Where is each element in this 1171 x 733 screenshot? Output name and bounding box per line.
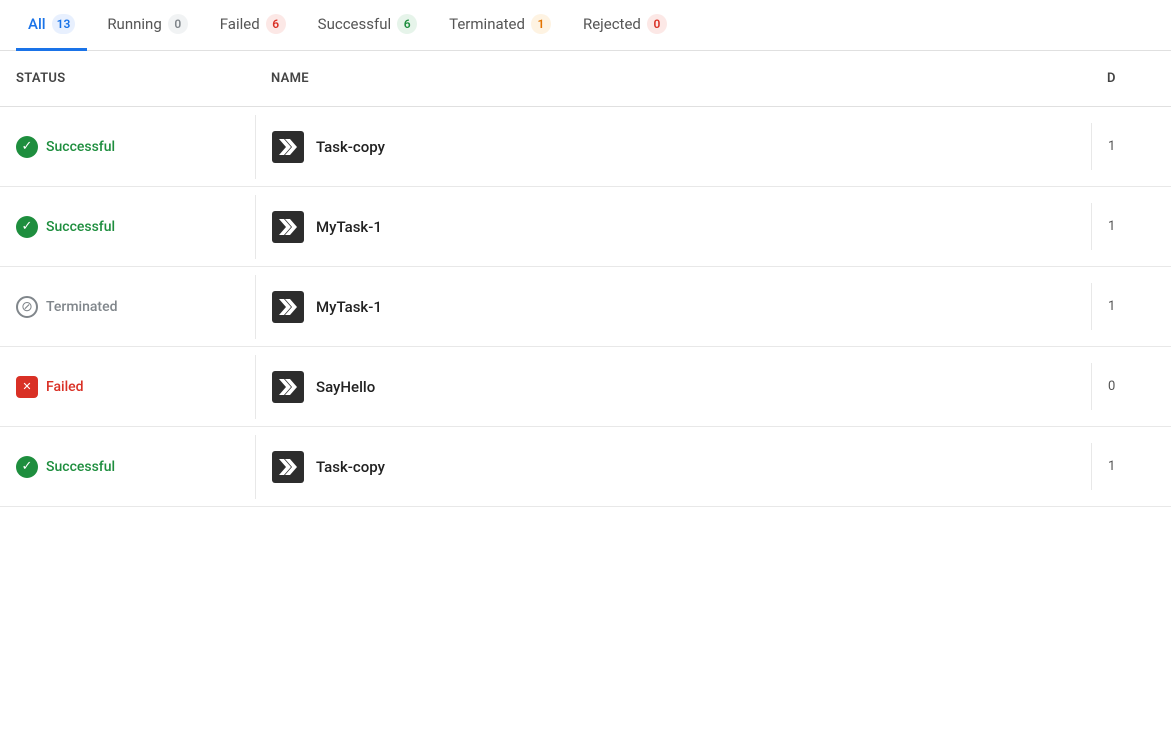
status-cell: ✓ Successful [0, 200, 255, 254]
name-cell: MyTask-1 [255, 275, 1091, 339]
table-row[interactable]: ✓ Successful Task-copy 1 [0, 427, 1171, 507]
task-name: MyTask-1 [316, 218, 382, 236]
status-label: Successful [46, 219, 115, 235]
tab-terminated[interactable]: Terminated 1 [437, 0, 563, 51]
task-name: Task-copy [316, 138, 385, 156]
status-label: Failed [46, 379, 84, 395]
data-cell: 1 [1091, 443, 1171, 490]
tab-running[interactable]: Running 0 [95, 0, 199, 51]
tab-label-successful: Successful [318, 15, 391, 33]
tab-label-all: All [28, 15, 46, 33]
tab-badge-failed: 6 [266, 14, 286, 34]
status-label: Successful [46, 459, 115, 475]
ban-icon: ⊘ [16, 296, 38, 318]
name-cell: MyTask-1 [255, 195, 1091, 259]
task-icon [272, 131, 304, 163]
tab-badge-terminated: 1 [531, 14, 551, 34]
task-icon [272, 451, 304, 483]
tabs-container: All 13 Running 0 Failed 6 Successful 6 T… [0, 0, 1171, 51]
tab-badge-rejected: 0 [647, 14, 667, 34]
tab-label-rejected: Rejected [583, 15, 641, 33]
data-cell: 0 [1091, 363, 1171, 410]
task-icon [272, 371, 304, 403]
tab-badge-all: 13 [52, 14, 76, 34]
name-cell: SayHello [255, 355, 1091, 419]
col-name-header: Name [255, 63, 1091, 94]
data-cell: 1 [1091, 123, 1171, 170]
data-cell: 1 [1091, 283, 1171, 330]
tab-label-failed: Failed [220, 15, 260, 33]
task-name: Task-copy [316, 458, 385, 476]
table-row[interactable]: ✓ Successful MyTask-1 1 [0, 187, 1171, 267]
tab-label-running: Running [107, 15, 161, 33]
table-body: ✓ Successful Task-copy 1 ✓ Successful My… [0, 107, 1171, 507]
tab-badge-successful: 6 [397, 14, 417, 34]
tab-badge-running: 0 [168, 14, 188, 34]
x-icon: ✕ [16, 376, 38, 398]
table-header: Status Name D [0, 51, 1171, 107]
col-data-header: D [1091, 63, 1171, 94]
name-cell: Task-copy [255, 435, 1091, 499]
task-icon [272, 291, 304, 323]
check-icon: ✓ [16, 216, 38, 238]
table-row[interactable]: ✕ Failed SayHello 0 [0, 347, 1171, 427]
status-cell: ⊘ Terminated [0, 280, 255, 334]
status-cell: ✕ Failed [0, 360, 255, 414]
task-name: MyTask-1 [316, 298, 382, 316]
tab-label-terminated: Terminated [449, 15, 525, 33]
task-icon [272, 211, 304, 243]
status-cell: ✓ Successful [0, 120, 255, 174]
table-row[interactable]: ⊘ Terminated MyTask-1 1 [0, 267, 1171, 347]
col-status-header: Status [0, 63, 255, 94]
data-cell: 1 [1091, 203, 1171, 250]
tab-all[interactable]: All 13 [16, 0, 87, 51]
status-cell: ✓ Successful [0, 440, 255, 494]
tab-failed[interactable]: Failed 6 [208, 0, 298, 51]
check-icon: ✓ [16, 456, 38, 478]
table-container: Status Name D ✓ Successful Task-copy 1 ✓… [0, 51, 1171, 507]
table-row[interactable]: ✓ Successful Task-copy 1 [0, 107, 1171, 187]
tab-successful[interactable]: Successful 6 [306, 0, 429, 51]
tab-rejected[interactable]: Rejected 0 [571, 0, 679, 51]
name-cell: Task-copy [255, 115, 1091, 179]
status-label: Successful [46, 139, 115, 155]
task-name: SayHello [316, 378, 375, 396]
tabs-bar: All 13 Running 0 Failed 6 Successful 6 T… [0, 0, 1171, 51]
check-icon: ✓ [16, 136, 38, 158]
status-label: Terminated [46, 299, 117, 315]
